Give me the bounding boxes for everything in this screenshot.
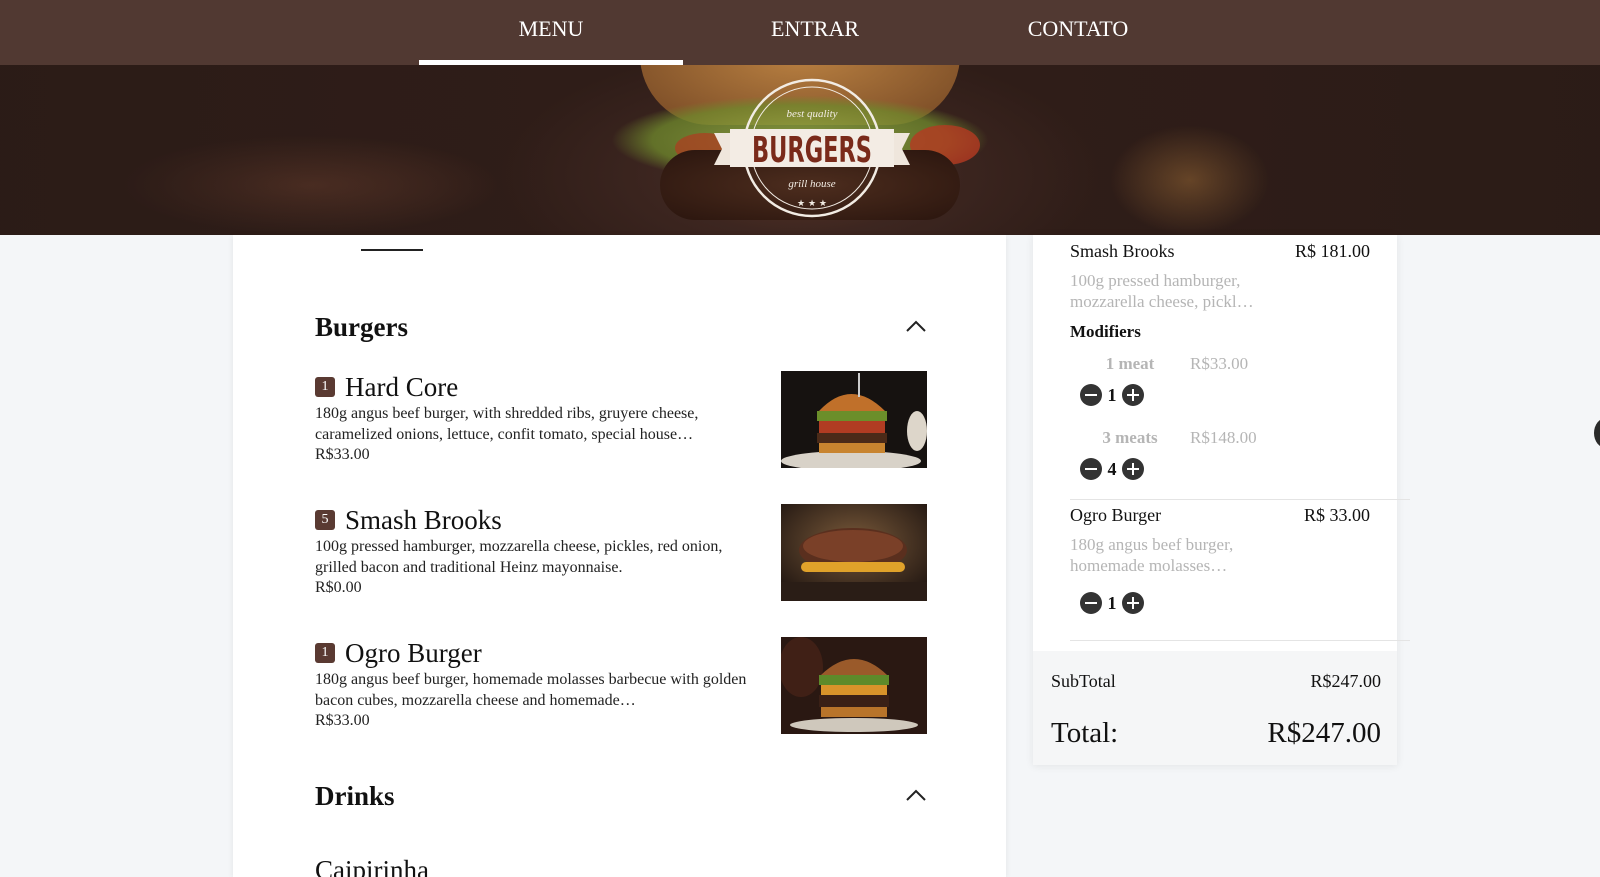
logo-bottom-text: grill house [788,178,835,190]
subtotal-label: SubTotal [1051,671,1116,691]
menu-panel: Burgers 1 Hard Core 180g angus beef burg… [233,235,1006,877]
menu-item-smash-brooks[interactable]: 5 Smash Brooks 100g pressed hamburger, m… [315,504,927,604]
minus-icon[interactable] [1080,384,1102,406]
subtotal-value: R$247.00 [1310,671,1381,691]
section-title: Burgers [315,312,408,342]
quantity-value: 1 [1107,592,1117,613]
burgers-logo: BURGERS best quality grill house ★ ★ ★ [712,73,912,228]
item-name: Smash Brooks [345,504,502,535]
menu-item-caipirinha[interactable]: Caipirinha [315,855,429,877]
item-name: Ogro Burger [345,637,482,668]
total-label: Total: [1051,717,1119,749]
cart-item-description: 180g angus beef burger, homemade molasse… [1070,535,1234,575]
minus-icon[interactable] [1080,458,1102,480]
plus-icon[interactable] [1122,384,1144,406]
total-value: R$247.00 [1267,717,1381,749]
cart-item-price: R$ 33.00 [1303,505,1370,525]
top-nav: MENU ENTRAR CONTATO [0,0,1600,65]
item-quantity-stepper: 1 [1080,590,1380,616]
cart-item-ogro-burger: Ogro Burger R$ 33.00 180g angus beef bur… [1070,505,1380,616]
logo-title: BURGERS [752,130,872,171]
cart-item-description: 100g pressed hamburger, mozzarella chees… [1070,271,1254,311]
floating-action-button[interactable] [1594,418,1600,448]
quantity-value: 4 [1107,458,1117,479]
modifier-quantity-stepper: 4 [1080,456,1380,482]
nav-tab-contato[interactable]: CONTATO [946,0,1210,65]
nav-tab-entrar[interactable]: ENTRAR [683,0,947,65]
modifier-price: R$148.00 [1190,428,1257,447]
section-header-burgers[interactable]: Burgers [315,307,927,347]
quantity-badge: 5 [315,510,335,530]
modifier-quantity-stepper: 1 [1080,382,1380,408]
cart-divider [1070,640,1410,641]
quantity-badge: 1 [315,643,335,663]
hero-banner: BURGERS best quality grill house ★ ★ ★ [0,65,1600,235]
menu-item-hard-core[interactable]: 1 Hard Core 180g angus beef burger, with… [315,371,927,471]
item-image [781,637,927,734]
item-description: 100g pressed hamburger, mozzarella chees… [315,538,723,576]
quantity-badge: 1 [315,377,335,397]
chevron-up-icon[interactable] [905,317,927,337]
modifier-row: 3 meats R$148.00 [1070,428,1380,448]
cart-item-price: R$ 181.00 [1294,241,1370,261]
item-image [781,371,927,468]
item-name: Hard Core [345,371,459,402]
plus-icon[interactable] [1122,458,1144,480]
chevron-up-icon[interactable] [905,786,927,806]
item-description: 180g angus beef burger, with shredded ri… [315,405,699,443]
modifier-price: R$33.00 [1190,354,1249,373]
plus-icon[interactable] [1122,592,1144,614]
section-title: Drinks [315,781,395,811]
modifiers-title: Modifiers [1070,322,1141,341]
nav-tab-menu[interactable]: MENU [419,0,683,65]
cart-item-name: Ogro Burger [1070,505,1162,525]
modifier-name: 3 meats [1102,428,1158,447]
cart-item-smash-brooks: Smash Brooks R$ 181.00 100g pressed hamb… [1070,241,1380,482]
section-header-drinks[interactable]: Drinks [315,776,927,816]
item-description: 180g angus beef burger, homemade molasse… [315,671,747,709]
logo-stars: ★ ★ ★ [797,199,827,209]
minus-icon[interactable] [1080,592,1102,614]
menu-item-ogro-burger[interactable]: 1 Ogro Burger 180g angus beef burger, ho… [315,637,927,737]
item-image [781,504,927,601]
modifier-name: 1 meat [1105,354,1155,373]
logo-top-text: best quality [786,108,837,120]
quantity-value: 1 [1107,384,1117,405]
cart-panel: Smash Brooks R$ 181.00 100g pressed hamb… [1033,235,1410,765]
cart-totals: SubTotal R$247.00 Total: R$247.00 [1033,651,1397,765]
cart-divider [1070,499,1410,500]
cart-item-name: Smash Brooks [1070,241,1175,261]
modifier-row: 1 meat R$33.00 [1070,354,1380,374]
category-tab-indicator [361,249,423,251]
